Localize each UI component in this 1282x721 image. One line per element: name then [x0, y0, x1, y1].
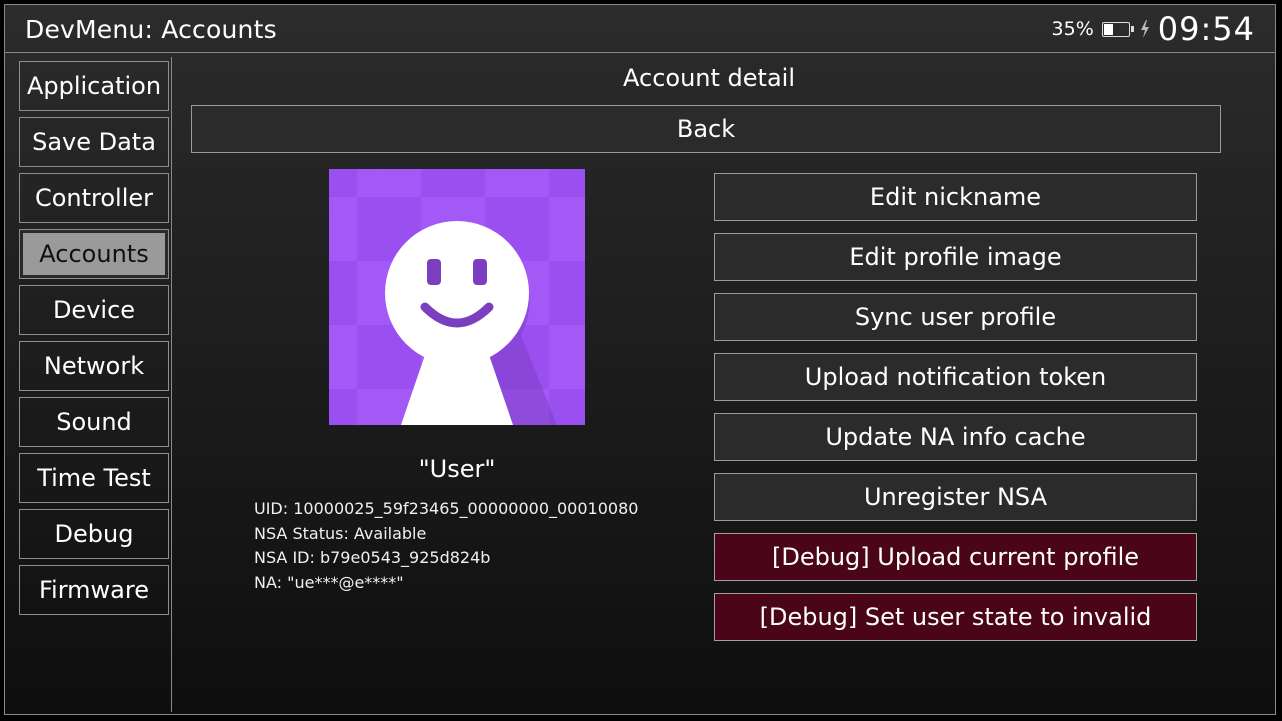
- sidebar-item-save-data[interactable]: Save Data: [19, 117, 169, 167]
- page-title: Account detail: [623, 64, 795, 92]
- clock: 09:54: [1157, 10, 1255, 48]
- charging-icon: [1140, 20, 1149, 38]
- sync-user-profile-button[interactable]: Sync user profile: [714, 293, 1197, 341]
- edit-nickname-button[interactable]: Edit nickname: [714, 173, 1197, 221]
- back-button[interactable]: Back: [191, 105, 1221, 153]
- sidebar-item-network[interactable]: Network: [19, 341, 169, 391]
- sidebar-item-controller[interactable]: Controller: [19, 173, 169, 223]
- sidebar-item-debug[interactable]: Debug: [19, 509, 169, 559]
- app-window: DevMenu: Accounts 35% 09:54 Application …: [4, 4, 1276, 715]
- unregister-nsa-button[interactable]: Unregister NSA: [714, 473, 1197, 521]
- na-text: NA: "ue***@e****": [254, 572, 404, 592]
- edit-profile-image-button[interactable]: Edit profile image: [714, 233, 1197, 281]
- upload-notification-token-button[interactable]: Upload notification token: [714, 353, 1197, 401]
- debug-set-invalid-button[interactable]: [Debug] Set user state to invalid: [714, 593, 1197, 641]
- app-title: DevMenu: Accounts: [25, 15, 277, 44]
- sidebar: Application Save Data Controller Account…: [19, 57, 172, 712]
- uid-text: UID: 10000025_59f23465_00000000_00010080: [254, 499, 639, 518]
- sidebar-item-time-test[interactable]: Time Test: [19, 453, 169, 503]
- sidebar-item-device[interactable]: Device: [19, 285, 169, 335]
- sidebar-item-application[interactable]: Application: [19, 61, 169, 111]
- battery-percent: 35%: [1051, 18, 1094, 40]
- account-info: UID: 10000025_59f23465_00000000_00010080…: [254, 497, 638, 595]
- nsa-status-text: NSA Status: Available: [254, 523, 427, 543]
- title-bar: DevMenu: Accounts 35% 09:54: [5, 5, 1275, 53]
- battery-icon: [1101, 21, 1134, 37]
- sidebar-item-sound[interactable]: Sound: [19, 397, 169, 447]
- profile-avatar: [329, 169, 585, 425]
- profile-nickname: "User": [418, 455, 496, 483]
- sidebar-item-accounts[interactable]: Accounts: [19, 229, 169, 279]
- debug-upload-profile-button[interactable]: [Debug] Upload current profile: [714, 533, 1197, 581]
- nsa-id-text: NSA ID: b79e0543_925d824b: [254, 548, 491, 567]
- sidebar-item-firmware[interactable]: Firmware: [19, 565, 169, 615]
- update-na-info-cache-button[interactable]: Update NA info cache: [714, 413, 1197, 461]
- status-area: 35% 09:54: [1052, 9, 1255, 49]
- main-panel: Account detail Back "User" UID: 10000025…: [171, 57, 1277, 712]
